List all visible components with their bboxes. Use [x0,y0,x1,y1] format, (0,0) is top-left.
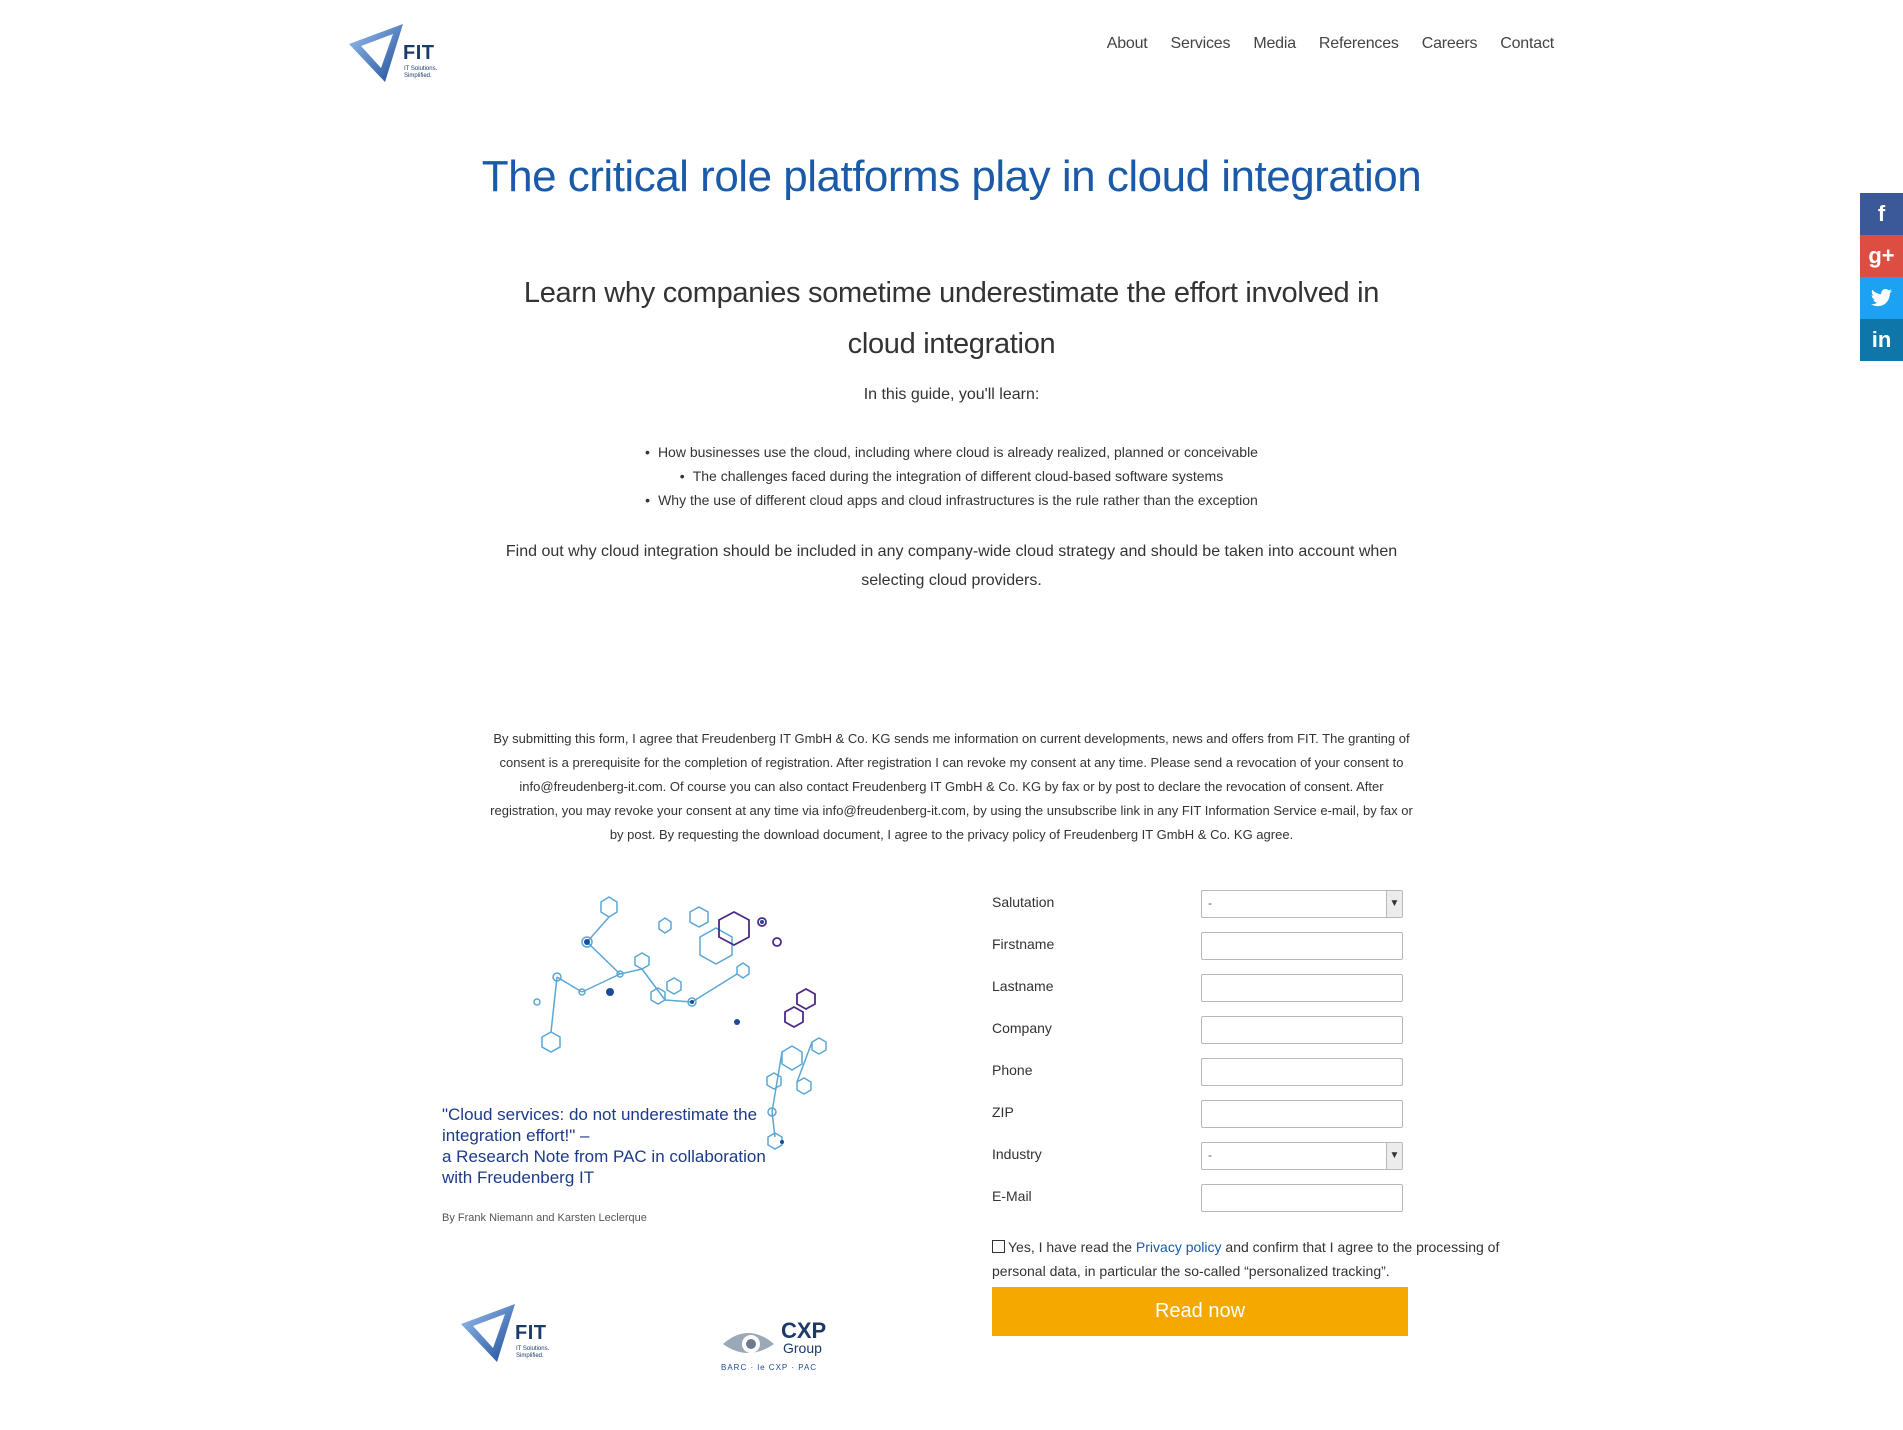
twitter-icon[interactable] [1860,277,1903,319]
page-title: The critical role platforms play in clou… [481,152,1422,201]
industry-label: Industry [992,1146,1042,1162]
logo-tagline: IT Solutions. Simplified. [404,66,438,79]
findout-text: Find out why cloud integration should be… [505,543,1398,589]
firstname-input[interactable] [1201,932,1403,960]
fit-logo-icon [461,1304,515,1362]
logo-text: FIT [403,42,435,64]
cover-quote: "Cloud services: do not underestimate th… [442,1104,782,1188]
zip-row: ZIP [992,1098,1412,1130]
googleplus-icon[interactable]: g+ [1860,235,1903,277]
page-subtitle: Learn why companies sometime underestima… [523,277,1380,360]
zip-label: ZIP [992,1104,1014,1120]
cover-fit-logo: FIT IT Solutions. Simplified. [459,1302,569,1372]
list-item: The challenges faced during the integrat… [0,464,1903,488]
cxp-logo-group: Group [783,1340,822,1356]
industry-value: - [1208,1148,1212,1162]
industry-row: Industry - ▼ [992,1140,1412,1172]
lastname-row: Lastname [992,972,1412,1004]
main-nav: About Services Media References Careers … [1084,35,1554,53]
company-row: Company [992,1014,1412,1046]
nav-services[interactable]: Services [1171,35,1231,53]
list-item: How businesses use the cloud, including … [0,440,1903,464]
privacy-policy-link[interactable]: Privacy policy [1136,1239,1222,1255]
logo-tagline: IT Solutions. Simplified. [516,1346,550,1359]
learn-list: How businesses use the cloud, including … [0,440,1903,512]
fit-logo-icon [349,24,403,82]
consent-text: By submitting this form, I agree that Fr… [490,731,1413,842]
nav-contact[interactable]: Contact [1500,35,1554,53]
nav-references[interactable]: References [1319,35,1399,53]
zip-input[interactable] [1201,1100,1403,1128]
social-share-bar: f g+ in [1860,193,1903,361]
read-now-button[interactable]: Read now [992,1287,1408,1336]
firstname-label: Firstname [992,936,1055,952]
linkedin-icon[interactable]: in [1860,319,1903,361]
industry-select[interactable]: - ▼ [1201,1142,1403,1170]
chevron-down-icon: ▼ [1386,1143,1402,1169]
lastname-label: Lastname [992,978,1054,994]
fit-logo[interactable]: FIT IT Solutions. Simplified. [347,22,442,84]
phone-label: Phone [992,1062,1033,1078]
logo-text: FIT [515,1322,547,1344]
consent-checkbox[interactable] [992,1240,1005,1253]
cover-author: By Frank Niemann and Karsten Leclerque [442,1212,647,1224]
cover-quote-line: a Research Note from PAC in collaboratio… [442,1147,766,1187]
salutation-label: Salutation [992,894,1055,910]
checkbox-text-before: Yes, I have read the [1008,1239,1136,1255]
firstname-row: Firstname [992,930,1412,962]
phone-input[interactable] [1201,1058,1403,1086]
cxp-logo: CXP Group BARC · le CXP · PAC [721,1318,841,1378]
salutation-value: - [1208,896,1212,910]
salutation-select[interactable]: - ▼ [1201,890,1403,918]
nav-media[interactable]: Media [1253,35,1296,53]
company-label: Company [992,1020,1052,1036]
phone-row: Phone [992,1056,1412,1088]
chevron-down-icon: ▼ [1386,891,1402,917]
eye-icon [723,1333,774,1353]
salutation-row: Salutation - ▼ [992,888,1412,920]
consent-checkbox-row: Yes, I have read the Privacy policy and … [992,1235,1502,1283]
email-input[interactable] [1201,1184,1403,1212]
company-input[interactable] [1201,1016,1403,1044]
nav-careers[interactable]: Careers [1422,35,1478,53]
intro-text: In this guide, you'll learn: [863,386,1040,403]
cxp-logo-sub: BARC · le CXP · PAC [721,1363,818,1372]
cover-quote-line: "Cloud services: do not underestimate th… [442,1105,758,1145]
email-label: E-Mail [992,1188,1032,1204]
document-cover: "Cloud services: do not underestimate th… [437,882,907,1382]
lastname-input[interactable] [1201,974,1403,1002]
nav-about[interactable]: About [1107,35,1148,53]
list-item: Why the use of different cloud apps and … [0,488,1903,512]
email-row: E-Mail [992,1182,1412,1214]
